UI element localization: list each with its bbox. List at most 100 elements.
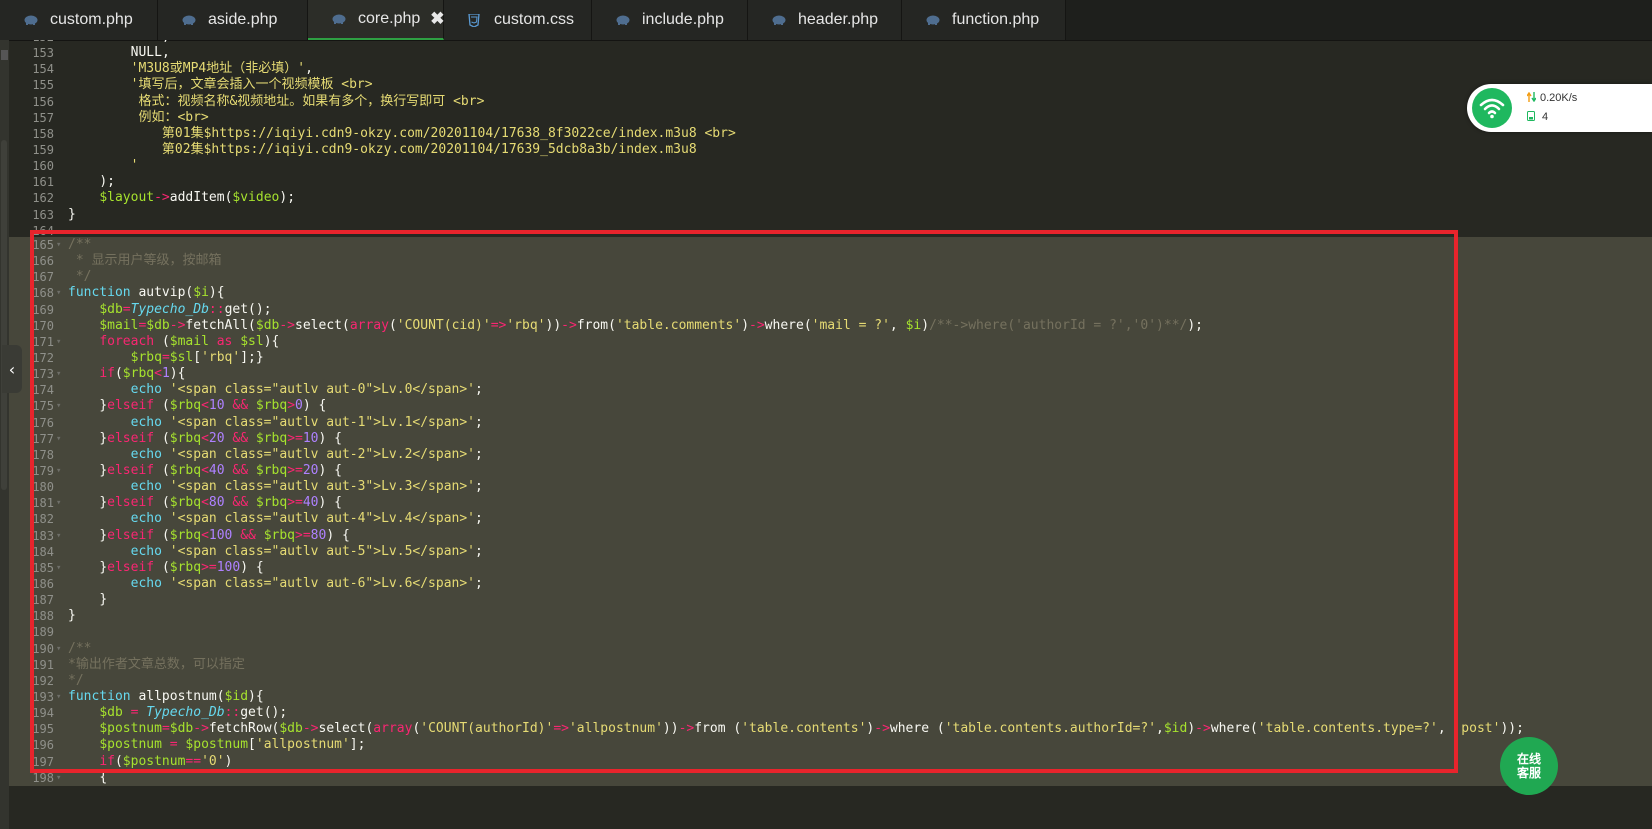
code-line[interactable]: 179 ▾ }elseif ($rbq<40 && $rbq>=20) { <box>0 463 1652 479</box>
fold-toggle-icon[interactable]: ▾ <box>56 689 61 705</box>
code-line[interactable]: 166 * 显示用户等级，按邮箱 <box>0 253 1652 269</box>
fold-toggle-icon[interactable]: ▾ <box>56 641 61 657</box>
code-text: $mail=$db->fetchAll($db->select(array('C… <box>99 317 1203 333</box>
code-lines-unselected: 152 NULL,153 NULL,154 'M3U8或MP4地址（非必填）',… <box>0 40 1652 239</box>
code-line[interactable]: 169 $db=Typecho_Db::get(); <box>0 302 1652 318</box>
code-line[interactable]: 157 例如：<br> <box>0 110 1652 126</box>
code-line[interactable]: 183 ▾ }elseif ($rbq<100 && $rbq>=80) { <box>0 528 1652 544</box>
tab-include-php[interactable]: include.php <box>592 0 748 40</box>
code-line[interactable]: 167 */ <box>0 269 1652 285</box>
code-line[interactable]: 175 ▾ }elseif ($rbq<10 && $rbq>0) { <box>0 398 1652 414</box>
tab-function-php[interactable]: function.php <box>902 0 1066 40</box>
code-line[interactable]: 161 ); <box>0 174 1652 190</box>
code-line[interactable]: 182 echo '<span class="autlv aut-4">Lv.4… <box>0 511 1652 527</box>
code-line[interactable]: 185 ▾ }elseif ($rbq>=100) { <box>0 560 1652 576</box>
code-line[interactable]: 156 格式：视频名称&视频地址。如果有多个，换行写即可 <br> <box>0 94 1652 110</box>
code-text: function allpostnum($id){ <box>68 688 264 704</box>
code-line[interactable]: 171 ▾ foreach ($mail as $sl){ <box>0 334 1652 350</box>
line-number: 155 <box>32 78 54 93</box>
tab-custom-css[interactable]: custom.css <box>444 0 592 40</box>
code-text: echo '<span class="autlv aut-2">Lv.2</sp… <box>130 446 483 462</box>
code-line[interactable]: 193 ▾ function allpostnum($id){ <box>0 689 1652 705</box>
line-number: 165 <box>32 238 54 252</box>
line-number: 185 <box>32 560 54 575</box>
tab-label: aside.php <box>208 11 278 28</box>
online-service-button[interactable]: 在线 客服 <box>1500 737 1558 795</box>
phone-icon <box>1527 111 1535 121</box>
php-icon <box>616 14 630 26</box>
code-text: }elseif ($rbq<100 && $rbq>=80) { <box>99 527 350 543</box>
line-number: 175 <box>32 399 54 414</box>
tab-header-php[interactable]: header.php <box>748 0 902 40</box>
line-number: 182 <box>32 512 54 527</box>
code-text: } <box>68 206 76 222</box>
code-line[interactable]: 194 $db = Typecho_Db::get(); <box>0 705 1652 721</box>
code-text: echo '<span class="autlv aut-1">Lv.1</sp… <box>130 414 483 430</box>
count-value: 4 <box>1542 111 1549 123</box>
code-text: $postnum = $postnum['allpostnum']; <box>99 737 366 753</box>
code-line[interactable]: 187 } <box>0 592 1652 608</box>
code-text: *输出作者文章总数，可以指定 <box>68 656 245 672</box>
code-line[interactable]: 189 <box>0 624 1652 640</box>
fold-toggle-icon[interactable]: ▾ <box>56 431 61 447</box>
fold-toggle-icon[interactable]: ▾ <box>56 398 61 414</box>
code-editor[interactable]: 152 NULL,153 NULL,154 'M3U8或MP4地址（非必填）',… <box>0 40 1652 829</box>
code-line[interactable]: 198 ▾ { <box>0 770 1652 786</box>
code-line[interactable]: 170 $mail=$db->fetchAll($db->select(arra… <box>0 318 1652 334</box>
tab-label: custom.css <box>494 11 575 28</box>
code-line[interactable]: 192 */ <box>0 673 1652 689</box>
code-line[interactable]: 163} <box>0 207 1652 223</box>
code-line[interactable]: 168 ▾ function autvip($i){ <box>0 285 1652 301</box>
panel-scrollbar[interactable] <box>1 140 7 490</box>
fold-toggle-icon[interactable]: ▾ <box>56 334 61 350</box>
fold-toggle-icon[interactable]: ▾ <box>56 285 61 301</box>
tab-aside-php[interactable]: aside.php <box>158 0 308 40</box>
code-line[interactable]: 184 echo '<span class="autlv aut-5">Lv.5… <box>0 544 1652 560</box>
line-number: 197 <box>32 754 54 769</box>
code-line[interactable]: 154 'M3U8或MP4地址（非必填）', <box>0 61 1652 77</box>
code-line[interactable]: 178 echo '<span class="autlv aut-2">Lv.2… <box>0 447 1652 463</box>
code-line[interactable]: 195 $postnum=$db->fetchRow($db->select(a… <box>0 721 1652 737</box>
fold-toggle-icon[interactable]: ▾ <box>56 495 61 511</box>
line-number: 193 <box>32 689 54 704</box>
code-line[interactable]: 155 '填写后，文章会插入一个视频模板 <br> <box>0 77 1652 93</box>
fold-toggle-icon[interactable]: ▾ <box>56 463 61 479</box>
code-line[interactable]: 162 $layout->addItem($video); <box>0 190 1652 206</box>
fold-toggle-icon[interactable]: ▾ <box>56 528 61 544</box>
code-line[interactable]: 165 ▾ /** <box>0 237 1652 253</box>
tab-custom-php[interactable]: custom.php <box>0 0 158 40</box>
code-line[interactable]: 191 *输出作者文章总数，可以指定 <box>0 657 1652 673</box>
code-text: }elseif ($rbq<40 && $rbq>=20) { <box>99 462 342 478</box>
code-line[interactable]: 196 $postnum = $postnum['allpostnum']; <box>0 737 1652 753</box>
code-line[interactable]: 153 NULL, <box>0 45 1652 61</box>
tab-label: header.php <box>798 11 879 28</box>
line-number: 166 <box>32 254 54 269</box>
code-line[interactable]: 177 ▾ }elseif ($rbq<20 && $rbq>=10) { <box>0 431 1652 447</box>
close-tab-icon[interactable]: ✖ <box>430 9 444 29</box>
code-line[interactable]: 158 第01集$https://iqiyi.cdn9-okzy.com/202… <box>0 126 1652 142</box>
chevron-left-icon: ‹ <box>8 359 16 379</box>
editor-tab-bar: custom.php aside.php core.php ✖ custom.css in… <box>0 0 1652 41</box>
fold-toggle-icon[interactable]: ▾ <box>56 560 61 576</box>
code-line[interactable]: 181 ▾ }elseif ($rbq<80 && $rbq>=40) { <box>0 495 1652 511</box>
code-line[interactable]: 197 if($postnum=='0') <box>0 754 1652 770</box>
code-line[interactable]: 176 echo '<span class="autlv aut-1">Lv.1… <box>0 415 1652 431</box>
line-number: 198 <box>32 770 54 785</box>
code-line[interactable]: 172 $rbq=$sl['rbq'];} <box>0 350 1652 366</box>
code-text: 第02集$https://iqiyi.cdn9-okzy.com/2020110… <box>68 141 697 157</box>
line-number: 169 <box>32 302 54 317</box>
code-line[interactable]: 159 第02集$https://iqiyi.cdn9-okzy.com/202… <box>0 142 1652 158</box>
code-line[interactable]: 160 ' <box>0 158 1652 174</box>
code-line[interactable]: 174 echo '<span class="autlv aut-0">Lv.0… <box>0 382 1652 398</box>
code-line[interactable]: 173 ▾ if($rbq<1){ <box>0 366 1652 382</box>
code-line[interactable]: 186 echo '<span class="autlv aut-6">Lv.6… <box>0 576 1652 592</box>
code-line[interactable]: 180 echo '<span class="autlv aut-3">Lv.3… <box>0 479 1652 495</box>
code-line[interactable]: 190 ▾ /** <box>0 641 1652 657</box>
fold-toggle-icon[interactable]: ▾ <box>56 770 61 786</box>
code-line[interactable]: 188} <box>0 608 1652 624</box>
fold-toggle-icon[interactable]: ▾ <box>56 237 61 253</box>
network-speed-widget[interactable]: 0.20K/s 4 <box>1467 84 1652 132</box>
tab-core-php[interactable]: core.php ✖ <box>308 0 445 40</box>
collapse-panel-button[interactable]: ‹ <box>2 345 22 393</box>
fold-toggle-icon[interactable]: ▾ <box>56 366 61 382</box>
